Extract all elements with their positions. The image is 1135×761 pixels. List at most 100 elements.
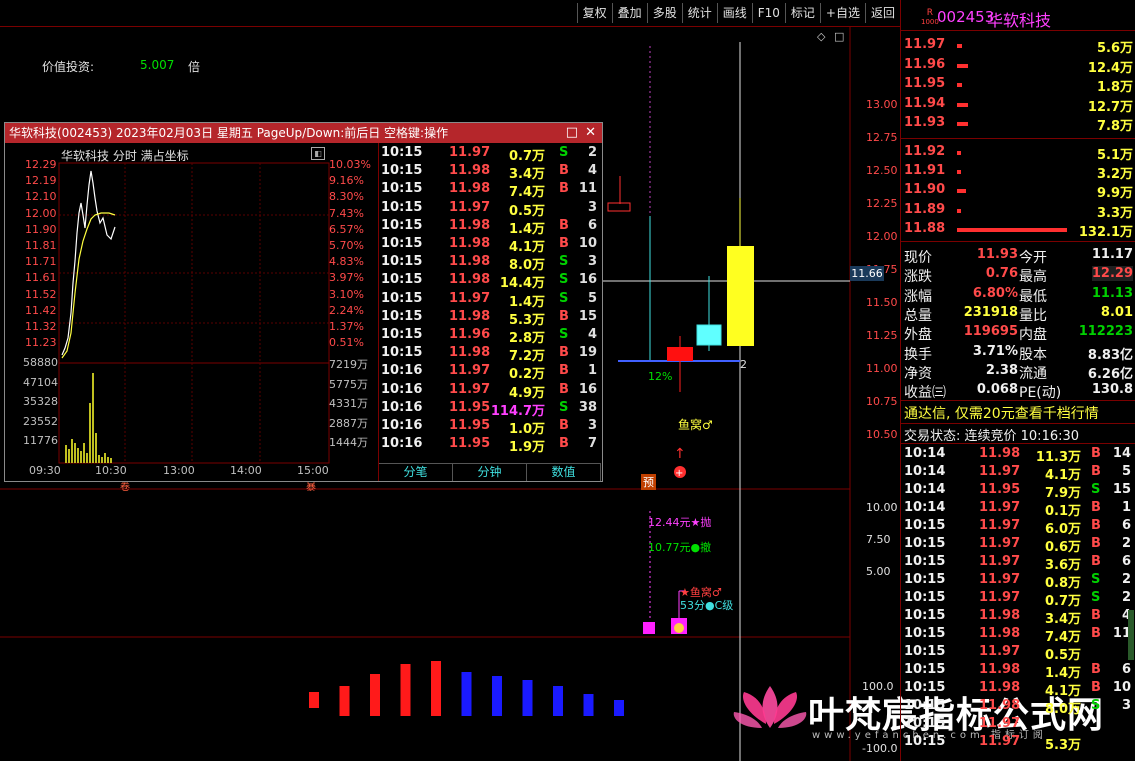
ask-volume: 12.7万 (1087, 99, 1133, 115)
tick-row[interactable]: 10:16 11.95 1.9万 B 7 (379, 436, 601, 455)
bid-price: 11.90 (904, 182, 946, 198)
price-tick: 12.10 (25, 190, 57, 204)
bid-row[interactable]: 11.90 9.9万 (901, 182, 1135, 201)
tick-row[interactable]: 10:15 11.98 7.2万 B 19 (379, 345, 601, 364)
pct-label: 12% (648, 370, 673, 383)
ask-row[interactable]: 11.93 7.8万 (901, 115, 1135, 134)
tick-cell: 10:15 (381, 145, 423, 160)
toolbar-button-8[interactable]: 返回 (864, 3, 900, 23)
trade-row[interactable]: 10:15 11.98 4.1万 B 10 (901, 680, 1135, 699)
trade-price: 11.97 (979, 716, 1021, 731)
bid-price: 11.92 (904, 144, 946, 159)
tick-row[interactable]: 10:15 11.97 0.5万 3 (379, 200, 601, 219)
trade-row[interactable]: 10:15 11.98 7.4万 B 11 (901, 626, 1135, 645)
close-icon[interactable]: ✕ (585, 123, 596, 143)
scrollbar[interactable] (1128, 610, 1134, 660)
trade-row[interactable]: 10:14 11.97 4.1万 B 5 (901, 464, 1135, 483)
popup-titlebar[interactable]: 华软科技(002453) 2023年02月03日 星期五 PageUp/Down… (5, 123, 602, 143)
toolbar-button-3[interactable]: 统计 (681, 3, 717, 23)
promo-text[interactable]: 通达信, 仅需20元查看千档行情 (904, 403, 1099, 423)
bid-volume: 132.1万 (1078, 224, 1133, 240)
tick-row[interactable]: 10:15 11.98 5.3万 B 15 (379, 308, 601, 328)
tick-row[interactable]: 10:16 11.95 1.0万 B 3 (379, 418, 601, 437)
trade-row[interactable]: 10:15 11.97 0.5万 (901, 644, 1135, 663)
quote-value: 0.068 (976, 382, 1018, 398)
tick-row[interactable]: 10:16 11.95 114.7万 S 38 (379, 399, 601, 419)
tick-row[interactable]: 10:15 11.98 14.4万 S 16 (379, 272, 601, 292)
tick-row[interactable]: 10:15 11.96 2.8万 S 4 (379, 327, 601, 346)
bid-row[interactable]: 11.89 3.3万 (901, 202, 1135, 221)
trade-row[interactable]: 10:15 11.97 0.8万 S 2 (901, 572, 1135, 591)
ask-row[interactable]: 11.97 5.6万 (901, 37, 1135, 56)
trade-price: 11.97 (979, 590, 1021, 605)
trade-row[interactable]: 10:15 11.97 0.7万 S 2 (901, 590, 1135, 609)
bid-bar (957, 227, 1067, 232)
tick-cell: 10:15 (381, 290, 423, 306)
toolbar-button-0[interactable]: 复权 (576, 3, 612, 23)
trade-row[interactable]: 10:14 11.98 11.3万 B 14 (901, 446, 1135, 465)
maximize-icon[interactable]: □ (566, 123, 578, 143)
bid-row[interactable]: 11.91 3.2万 (901, 163, 1135, 182)
tick-cell: 5.3万 (508, 312, 545, 328)
tick-row[interactable]: 10:15 11.98 1.4万 B 6 (379, 217, 601, 237)
toolbar-button-6[interactable]: 标记 (784, 3, 820, 23)
trade-row[interactable]: 10:15 11.97 3.6万 B 6 (901, 554, 1135, 573)
price-tick: 12.00 (25, 206, 57, 220)
tab-2[interactable]: 数值 (527, 464, 601, 481)
tick-row[interactable]: 10:16 11.97 4.9万 B 16 (379, 382, 601, 401)
trade-volume: 3.6万 (1044, 558, 1081, 573)
tick-cell: 10:16 (381, 399, 423, 415)
vol-tick: 23552 (23, 414, 58, 428)
tick-cell: 6 (587, 217, 597, 233)
tick-cell: 14.4万 (499, 276, 545, 292)
tick-row[interactable]: 10:15 11.97 0.7万 S 2 (379, 145, 601, 164)
toolbar-button-4[interactable]: 画线 (716, 3, 752, 23)
trade-row[interactable]: 10:15 11.97 6.0万 B 6 (901, 518, 1135, 537)
price-tick: 11.23 (25, 336, 57, 350)
tick-row[interactable]: 10:15 11.98 4.1万 B 10 (379, 236, 601, 255)
ask-row[interactable]: 11.96 12.4万 (901, 57, 1135, 76)
bid-row[interactable]: 11.88 132.1万 (901, 221, 1135, 240)
ask-row[interactable]: 11.95 1.8万 (901, 76, 1135, 95)
quote-row: 总量 231918 量比 8.01 (901, 304, 1135, 324)
trade-row[interactable]: 10:15 11.98 8.0万 S 3 (901, 698, 1135, 717)
trade-row[interactable]: 10:15 11.98 1.4万 B 6 (901, 662, 1135, 681)
tick-cell: B (559, 308, 569, 324)
tab-1[interactable]: 分钟 (453, 464, 527, 481)
trade-row[interactable]: 10:15 11.97 5.3万 (901, 734, 1135, 753)
tick-row[interactable]: 10:15 11.98 7.4万 B 11 (379, 181, 601, 200)
trade-count: 1 (1121, 500, 1131, 515)
toolbar-button-1[interactable]: 叠加 (611, 3, 647, 23)
tick-cell: 11.98 (449, 345, 491, 361)
trade-volume: 0.5万 (1044, 648, 1081, 663)
tick-cell: 10 (578, 236, 597, 251)
trade-row[interactable]: 10:14 11.97 0.1万 B 1 (901, 500, 1135, 519)
tick-popup-window[interactable]: 华软科技(002453) 2023年02月03日 星期五 PageUp/Down… (4, 122, 603, 482)
tick-row[interactable]: 10:15 11.98 3.4万 B 4 (379, 163, 601, 182)
tick-row[interactable]: 10:15 11.97 1.4万 S 5 (379, 290, 601, 310)
trade-price: 11.98 (979, 680, 1021, 695)
tab-0[interactable]: 分笔 (379, 464, 453, 481)
toolbar-button-2[interactable]: 多股 (646, 3, 682, 23)
trade-time: 10:14 (904, 482, 946, 497)
trade-time: 10:15 (904, 536, 946, 551)
trade-row[interactable]: 10:15 11.97 (901, 716, 1135, 734)
tick-cell: 0.5万 (508, 203, 545, 219)
tick-row[interactable]: 10:16 11.97 0.2万 B 1 (379, 363, 601, 382)
toolbar-button-5[interactable]: F10 (751, 3, 785, 23)
trade-row[interactable]: 10:14 11.95 7.9万 S 15 (901, 482, 1135, 501)
ask-row[interactable]: 11.94 12.7万 (901, 96, 1135, 115)
trade-side: S (1091, 572, 1101, 587)
quote-value: 8.01 (1100, 304, 1133, 320)
tick-row[interactable]: 10:15 11.98 8.0万 S 3 (379, 254, 601, 273)
time-tick: 13:00 (163, 464, 195, 477)
trade-row[interactable]: 10:15 11.98 3.4万 B 4 (901, 608, 1135, 627)
time-tick: 09:30 (29, 464, 61, 477)
bid-row[interactable]: 11.92 5.1万 (901, 144, 1135, 163)
tick-cell: S (559, 327, 569, 342)
tick-cell: 7 (587, 436, 597, 452)
trade-row[interactable]: 10:15 11.97 0.6万 B 2 (901, 536, 1135, 555)
trade-price: 11.97 (979, 536, 1021, 551)
toolbar-button-7[interactable]: +自选 (819, 3, 865, 23)
intraday-chart[interactable] (5, 143, 379, 481)
